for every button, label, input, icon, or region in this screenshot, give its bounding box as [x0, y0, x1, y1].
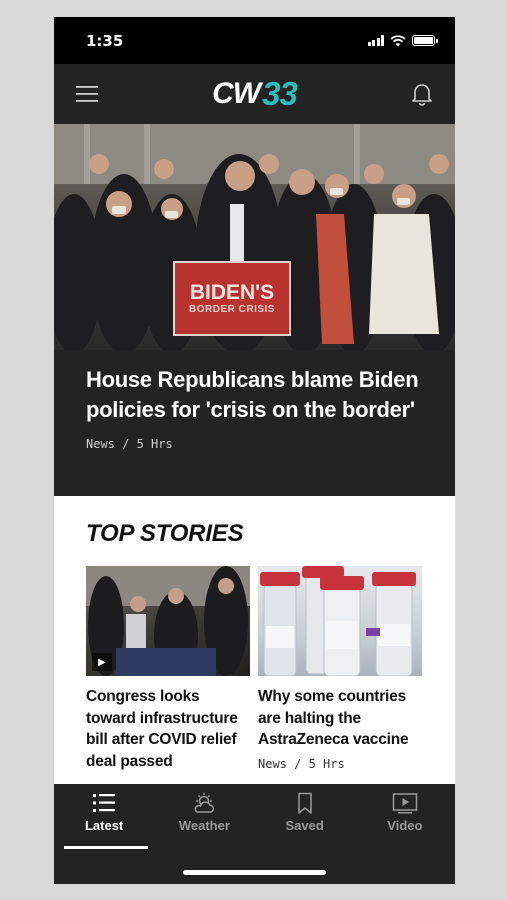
video-icon [392, 793, 418, 814]
status-bar: 1:35 [54, 17, 455, 64]
sign-line-2: BORDER CRISIS [189, 304, 275, 315]
phone-screen: 1:35 CW 33 BIDEN'S BORDER CRISIS House R… [54, 17, 455, 884]
list-icon [93, 794, 116, 812]
app-header: CW 33 [54, 64, 455, 124]
story-title[interactable]: Why some countries are halting the Astra… [258, 686, 422, 751]
story-cards: ▶ Congress looks toward infrastructure b… [86, 566, 423, 772]
hero-article[interactable]: House Republicans blame Biden policies f… [54, 350, 455, 496]
signal-icon [367, 35, 384, 46]
cw33-logo[interactable]: CW 33 [212, 75, 298, 113]
sign-line-1: BIDEN'S [189, 281, 275, 304]
weather-icon [194, 793, 215, 813]
tab-label: Weather [178, 818, 230, 833]
section-heading: TOP STORIES [86, 520, 244, 547]
hero-sign: BIDEN'S BORDER CRISIS [174, 262, 290, 335]
logo-cw: CW [212, 77, 261, 110]
tab-label: Latest [84, 818, 124, 833]
hamburger-icon[interactable] [76, 85, 98, 103]
bookmark-icon [297, 792, 312, 814]
bell-icon[interactable] [411, 82, 433, 106]
hero-headline[interactable]: House Republicans blame Biden policies f… [86, 365, 423, 425]
tab-label: Video [387, 818, 423, 833]
hero-meta: News / 5 Hrs [86, 437, 173, 451]
top-stories-section: TOP STORIES ▶ Congress looks toward infr… [54, 496, 455, 786]
story-title[interactable]: Congress looks toward infrastructure bil… [86, 686, 250, 772]
bottom-tab-bar: Latest Weather Saved Video [54, 784, 455, 884]
status-time: 1:35 [86, 31, 124, 50]
hero-image[interactable]: BIDEN'S BORDER CRISIS [54, 124, 455, 350]
tab-weather[interactable]: Weather [154, 792, 254, 846]
play-icon: ▶ [92, 653, 112, 671]
logo-number: 33 [262, 75, 298, 112]
tab-label: Saved [285, 818, 324, 833]
story-card[interactable]: ▶ Congress looks toward infrastructure b… [86, 566, 250, 772]
battery-icon [412, 35, 438, 46]
story-thumbnail[interactable] [258, 566, 422, 676]
home-indicator[interactable] [183, 870, 326, 875]
tab-latest[interactable]: Latest [54, 792, 154, 849]
vaccine-photo-illustration [260, 566, 416, 676]
tab-video[interactable]: Video [355, 792, 455, 846]
story-card[interactable]: Why some countries are halting the Astra… [258, 566, 422, 772]
wifi-icon [390, 34, 406, 46]
tab-saved[interactable]: Saved [255, 792, 355, 846]
story-meta: News / 5 Hrs [258, 756, 345, 771]
status-icons [367, 34, 438, 47]
story-thumbnail[interactable]: ▶ [86, 566, 250, 676]
